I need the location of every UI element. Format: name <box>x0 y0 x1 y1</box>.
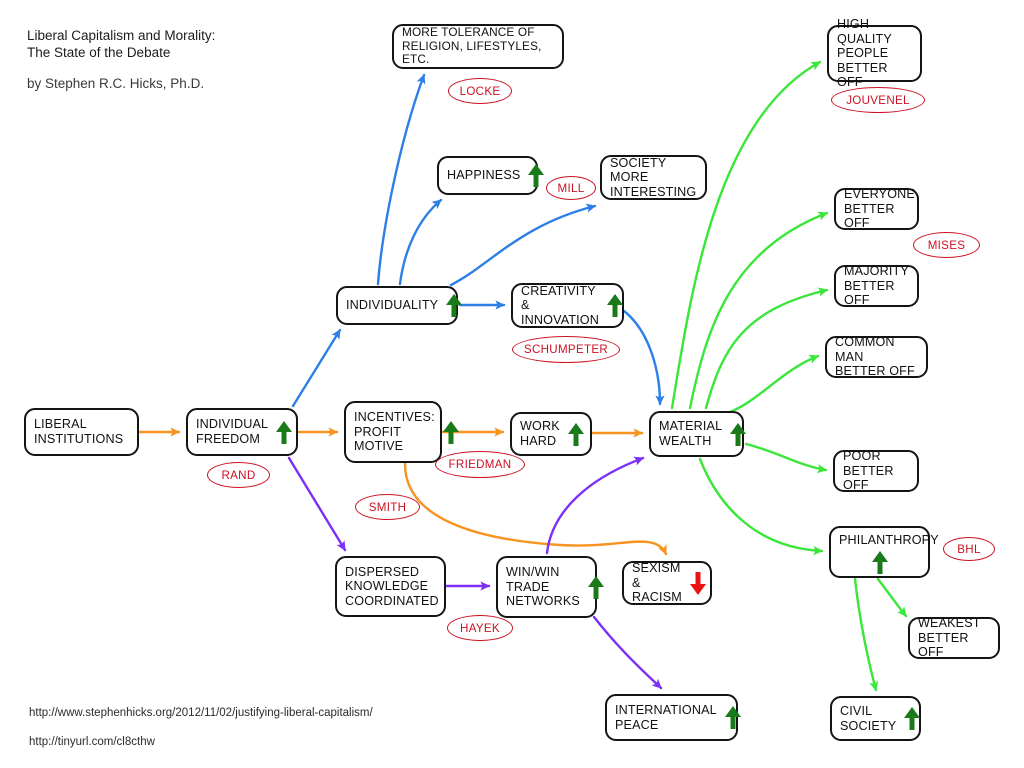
node-label: MAJORITY BETTER OFF <box>844 264 909 308</box>
thinker-tag-label: MILL <box>557 181 585 195</box>
thinker-tag-locke[interactable]: LOCKE <box>448 78 512 104</box>
increase-arrow-icon <box>605 293 625 318</box>
node-label: WIN/WIN TRADE NETWORKS <box>506 565 580 609</box>
node-label: LIBERAL INSTITUTIONS <box>34 417 124 446</box>
thinker-tag-smith[interactable]: SMITH <box>355 494 420 520</box>
node-label: DISPERSED KNOWLEDGE COORDINATED <box>345 564 439 608</box>
increase-arrow-icon <box>839 550 920 575</box>
node-label: INDIVIDUAL FREEDOM <box>196 417 269 446</box>
node-dispersed_knowledge[interactable]: DISPERSED KNOWLEDGE COORDINATED <box>335 556 446 617</box>
increase-arrow-icon <box>441 420 461 445</box>
node-creativity_innovation[interactable]: CREATIVITY & INNOVATION <box>511 283 624 328</box>
source-url-full[interactable]: http://www.stephenhicks.org/2012/11/02/j… <box>29 707 373 719</box>
thinker-tag-hayek[interactable]: HAYEK <box>447 615 513 641</box>
node-label: HIGH QUALITY PEOPLE BETTER OFF <box>837 17 892 90</box>
node-label: EVERYONE BETTER OFF <box>844 187 915 231</box>
thinker-tag-mill[interactable]: MILL <box>546 176 596 200</box>
thinker-tag-bhl[interactable]: BHL <box>943 537 995 561</box>
node-label: HAPPINESS <box>447 168 521 183</box>
edge-e-winwin-wealth <box>545 456 645 555</box>
thinker-tag-label: SMITH <box>368 500 407 514</box>
thinker-tag-schumpeter[interactable]: SCHUMPETER <box>512 336 620 363</box>
source-url-short[interactable]: http://tinyurl.com/cl8cthw <box>29 736 155 748</box>
increase-arrow-icon <box>586 575 606 600</box>
thinker-tag-rand[interactable]: RAND <box>207 462 270 488</box>
node-label: INTERNATIONAL PEACE <box>615 702 717 732</box>
thinker-tag-label: MISES <box>927 238 966 252</box>
thinker-tag-label: JOUVENEL <box>846 93 910 107</box>
increase-arrow-icon <box>526 163 546 188</box>
increase-arrow-icon <box>566 422 586 447</box>
node-weakest_better_off[interactable]: WEAKEST BETTER OFF <box>908 616 1000 660</box>
node-label: POOR BETTER OFF <box>843 449 894 493</box>
edge-e-creativity-wealth <box>622 309 665 406</box>
edge-layer <box>138 60 908 692</box>
edge-e-freedom-individuality <box>291 328 342 408</box>
edge-e-freedom-dispersed <box>287 456 347 552</box>
node-high_quality_people[interactable]: HIGH QUALITY PEOPLE BETTER OFF <box>827 17 922 89</box>
thinker-tag-label: BHL <box>957 542 981 556</box>
edge-e-wealth-everyone <box>688 211 829 410</box>
increase-arrow-icon <box>444 293 464 318</box>
node-liberal_institutions[interactable]: LIBERAL INSTITUTIONS <box>24 408 139 456</box>
node-label: WEAKEST BETTER OFF <box>918 616 981 660</box>
node-label: WORK HARD <box>520 419 560 448</box>
increase-arrow-icon <box>723 705 743 730</box>
edge-e-individuality-happiness <box>398 198 443 286</box>
edge-e-phil-weakest <box>876 577 908 618</box>
node-more_tolerance[interactable]: MORE TOLERANCE OF RELIGION, LIFESTYLES, … <box>392 24 564 69</box>
node-label: COMMON MAN BETTER OFF <box>835 335 915 379</box>
node-label: MATERIAL WEALTH <box>659 419 723 448</box>
edge-e-winwin-peace <box>592 615 663 690</box>
thinker-tag-jouvenel[interactable]: JOUVENEL <box>831 87 925 113</box>
node-happiness[interactable]: HAPPINESS <box>437 156 545 195</box>
increase-arrow-icon <box>902 706 922 731</box>
node-label: CREATIVITY & INNOVATION <box>521 283 599 327</box>
edge-e-wealth-common <box>728 354 820 414</box>
node-individuality[interactable]: INDIVIDUALITY <box>336 286 463 325</box>
increase-arrow-icon <box>274 420 294 445</box>
node-label: PHILANTHROPY <box>839 533 939 547</box>
diagram-canvas: Liberal Capitalism and Morality: The Stat… <box>0 0 1024 768</box>
node-label: SEXISM & RACISM <box>632 561 682 605</box>
thinker-tag-label: HAYEK <box>460 621 500 635</box>
thinker-tag-label: RAND <box>221 468 256 482</box>
edge-e-individuality-tolerance <box>376 73 426 286</box>
node-individual_freedom[interactable]: INDIVIDUAL FREEDOM <box>186 408 298 456</box>
node-work_hard[interactable]: WORK HARD <box>510 412 592 456</box>
edge-e-wealth-high-quality <box>670 60 822 410</box>
node-common_man_better_off[interactable]: COMMON MAN BETTER OFF <box>825 335 928 379</box>
edge-e-individuality-society <box>449 203 597 287</box>
edge-e-wealth-philanthropy <box>698 457 824 556</box>
node-international_peace[interactable]: INTERNATIONAL PEACE <box>605 694 741 741</box>
node-label: INDIVIDUALITY <box>346 298 439 313</box>
thinker-tag-label: FRIEDMAN <box>448 458 512 471</box>
node-poor_better_off[interactable]: POOR BETTER OFF <box>833 449 919 493</box>
thinker-tag-label: SCHUMPETER <box>523 343 609 356</box>
node-civil_society[interactable]: CIVIL SOCIETY <box>830 696 921 741</box>
node-sexism_racism[interactable]: SEXISM & RACISM <box>622 561 712 605</box>
node-label: SOCIETY MORE INTERESTING <box>610 155 697 199</box>
node-material_wealth[interactable]: MATERIAL WEALTH <box>649 411 747 457</box>
decrease-arrow-icon <box>688 571 708 596</box>
node-label: MORE TOLERANCE OF RELIGION, LIFESTYLES, … <box>402 25 542 67</box>
increase-arrow-icon <box>728 422 748 447</box>
edge-e-wealth-poor <box>744 442 828 474</box>
thinker-tag-mises[interactable]: MISES <box>913 232 980 258</box>
thinker-tag-label: LOCKE <box>459 84 501 98</box>
edge-e-phil-civil <box>853 577 879 692</box>
thinker-tag-friedman[interactable]: FRIEDMAN <box>435 451 525 478</box>
node-incentives_profit_motive[interactable]: INCENTIVES: PROFIT MOTIVE <box>344 401 459 463</box>
node-win_win_trade[interactable]: WIN/WIN TRADE NETWORKS <box>496 556 604 618</box>
node-label: INCENTIVES: PROFIT MOTIVE <box>354 410 435 454</box>
node-philanthropy[interactable]: PHILANTHROPY <box>829 526 939 578</box>
node-label: CIVIL SOCIETY <box>840 703 897 733</box>
node-society_more_interesting[interactable]: SOCIETY MORE INTERESTING <box>600 155 707 200</box>
edge-e-incentives-sexism <box>403 462 668 556</box>
node-everyone_better_off[interactable]: EVERYONE BETTER OFF <box>834 187 919 231</box>
node-majority_better_off[interactable]: MAJORITY BETTER OFF <box>834 264 919 308</box>
